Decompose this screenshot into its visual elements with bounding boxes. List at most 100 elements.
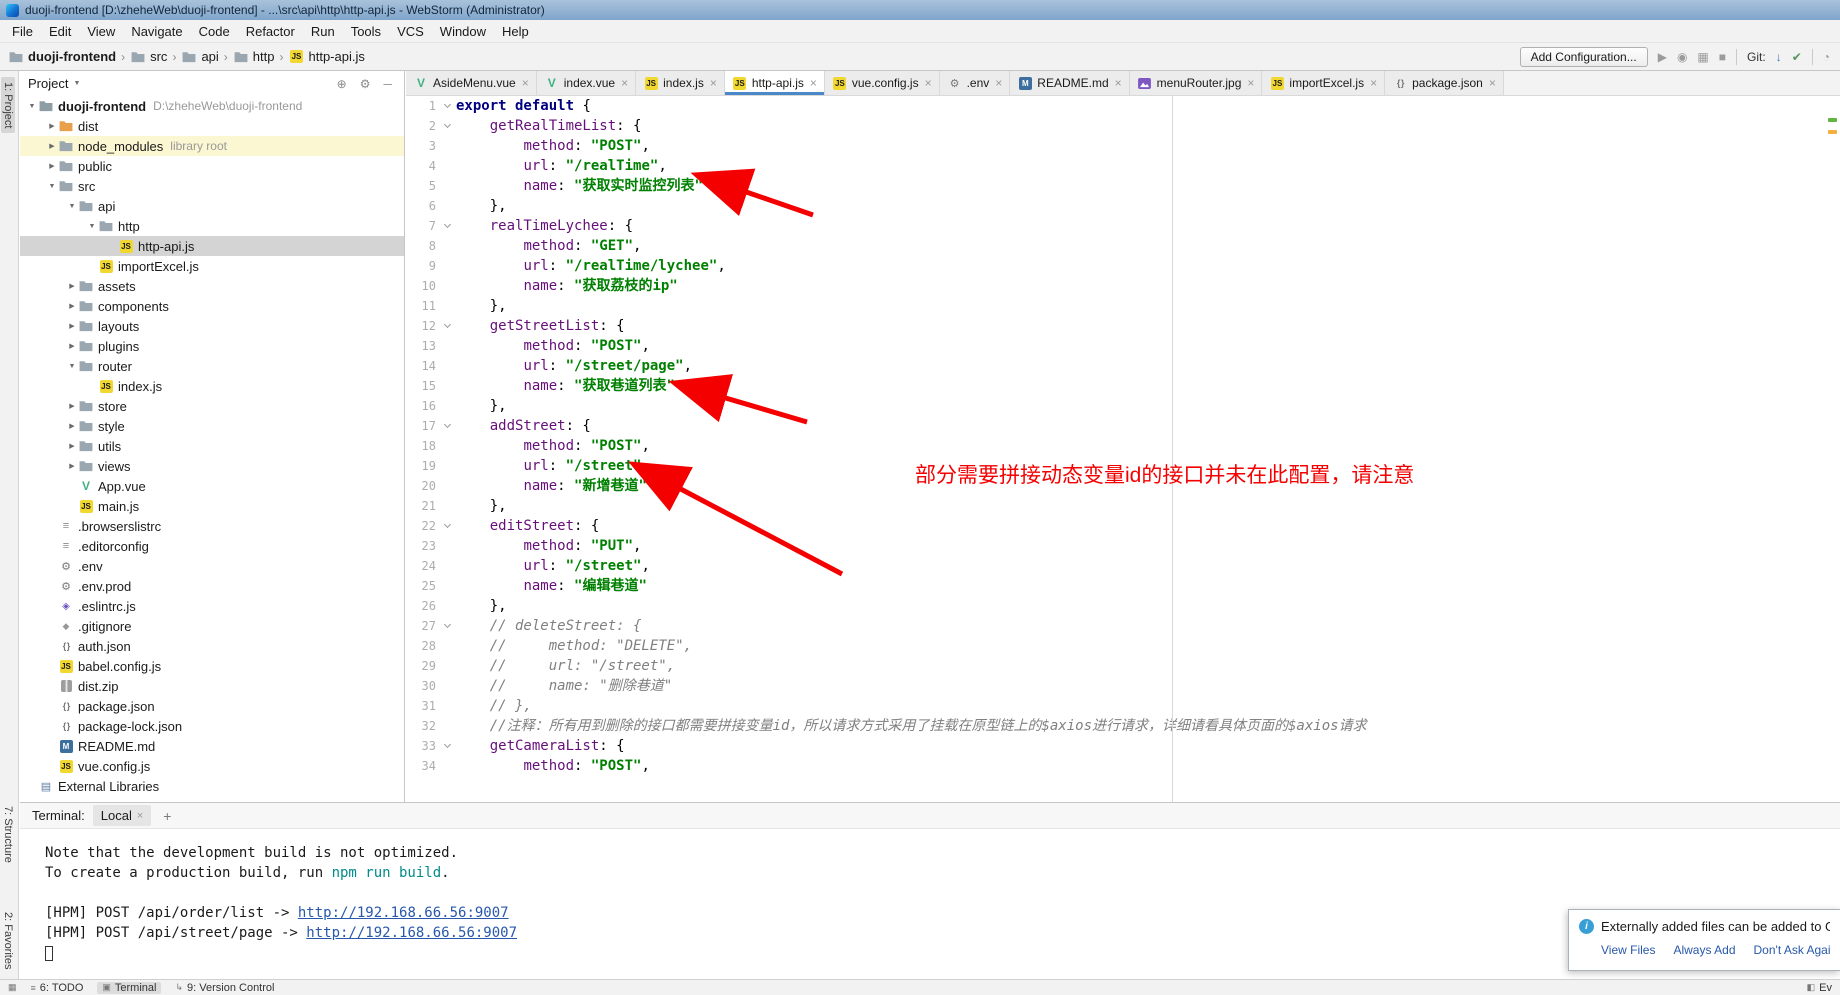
menu-vcs[interactable]: VCS [389, 22, 432, 41]
chevron-right-icon[interactable]: ▶ [46, 142, 58, 150]
chevron-down-icon[interactable]: ▼ [86, 223, 98, 230]
breadcrumb-http-api-js[interactable]: JShttp-api.js [288, 49, 364, 64]
menu-tools[interactable]: Tools [343, 22, 389, 41]
tree-item-readme-md[interactable]: MREADME.md [20, 736, 404, 756]
tab-index-js[interactable]: JSindex.js× [636, 71, 725, 95]
tree-item-vue-config-js[interactable]: JSvue.config.js [20, 756, 404, 776]
tab-importexcel-js[interactable]: JSimportExcel.js× [1262, 71, 1385, 95]
fold-icon[interactable] [444, 101, 451, 108]
close-tab-icon[interactable]: × [995, 76, 1002, 90]
fold-icon[interactable] [444, 621, 451, 628]
menu-view[interactable]: View [79, 22, 123, 41]
tree-item-src[interactable]: ▼src [20, 176, 404, 196]
event-log-label[interactable]: Ev [1819, 982, 1832, 994]
settings-gear-icon[interactable]: ⚙ [356, 77, 375, 91]
breadcrumb-src[interactable]: src [130, 49, 167, 64]
terminal-tab-local[interactable]: Local × [93, 805, 152, 826]
tree-item-router[interactable]: ▼router [20, 356, 404, 376]
stop-icon[interactable]: ■ [1719, 51, 1726, 63]
tab-menurouter-jpg[interactable]: menuRouter.jpg× [1130, 71, 1263, 95]
tree-item-main-js[interactable]: JSmain.js [20, 496, 404, 516]
tree-item-dist[interactable]: ▶dist [20, 116, 404, 136]
tree-item-auth-json[interactable]: { }auth.json [20, 636, 404, 656]
tree-item-gitignore[interactable]: ◆.gitignore [20, 616, 404, 636]
terminal-output[interactable]: Note that the development build is not o… [20, 829, 1840, 963]
statusbar-9-version-control[interactable]: ↳9: Version Control [175, 982, 274, 994]
add-configuration-button[interactable]: Add Configuration... [1520, 47, 1648, 67]
tab-readme-md[interactable]: MREADME.md× [1010, 71, 1129, 95]
menu-refactor[interactable]: Refactor [238, 22, 303, 41]
fold-icon[interactable] [444, 321, 451, 328]
menu-code[interactable]: Code [191, 22, 238, 41]
tree-item-babel-config-js[interactable]: JSbabel.config.js [20, 656, 404, 676]
tree-item-utils[interactable]: ▶utils [20, 436, 404, 456]
close-tab-icon[interactable]: × [1115, 76, 1122, 90]
history-icon[interactable]: ◔ [1823, 51, 1830, 63]
tree-item-package-lock-json[interactable]: { }package-lock.json [20, 716, 404, 736]
chevron-right-icon[interactable]: ▶ [66, 422, 78, 430]
debug-icon[interactable]: ◉ [1677, 51, 1687, 63]
close-tab-icon[interactable]: × [1370, 76, 1377, 90]
tree-item-plugins[interactable]: ▶plugins [20, 336, 404, 356]
tree-item-editorconfig[interactable]: ≡.editorconfig [20, 536, 404, 556]
chevron-down-icon[interactable]: ▼ [66, 203, 78, 210]
locate-icon[interactable]: ⊕ [333, 77, 351, 91]
tree-item-eslintrc-js[interactable]: ◈.eslintrc.js [20, 596, 404, 616]
tree-item-index-js[interactable]: JSindex.js [20, 376, 404, 396]
chevron-right-icon[interactable]: ▶ [46, 162, 58, 170]
menu-window[interactable]: Window [432, 22, 494, 41]
statusbar-terminal[interactable]: ▣Terminal [97, 982, 161, 994]
update-project-icon[interactable]: ↓ [1776, 51, 1782, 63]
don-t-ask-agai-button[interactable]: Don't Ask Agai [1754, 943, 1830, 957]
menu-run[interactable]: Run [303, 22, 343, 41]
view-files-button[interactable]: View Files [1601, 943, 1655, 957]
menu-edit[interactable]: Edit [41, 22, 79, 41]
close-tab-icon[interactable]: × [522, 76, 529, 90]
breadcrumb-api[interactable]: api [181, 49, 218, 64]
chevron-down-icon[interactable]: ▼ [66, 363, 78, 370]
tab-index-vue[interactable]: Vindex.vue× [537, 71, 636, 95]
toolwindow-switcher-icon[interactable]: ▦ [8, 982, 17, 993]
breadcrumb-http[interactable]: http [233, 49, 275, 64]
tree-item-dist-zip[interactable]: dist.zip [20, 676, 404, 696]
tree-item-env-prod[interactable]: ⚙.env.prod [20, 576, 404, 596]
tree-item-components[interactable]: ▶components [20, 296, 404, 316]
tree-item-store[interactable]: ▶store [20, 396, 404, 416]
event-log-icon[interactable]: ◧ [1807, 982, 1816, 993]
run-icon[interactable]: ▶ [1658, 51, 1667, 63]
fold-icon[interactable] [444, 221, 451, 228]
chevron-right-icon[interactable]: ▶ [66, 402, 78, 410]
terminal-link[interactable]: http://192.168.66.56:9007 [298, 905, 509, 921]
close-tab-icon[interactable]: × [621, 76, 628, 90]
commit-icon[interactable]: ✔ [1792, 51, 1802, 63]
tree-item-browserslistrc[interactable]: ≡.browserslistrc [20, 516, 404, 536]
chevron-right-icon[interactable]: ▶ [66, 342, 78, 350]
tool-stripe-favorites[interactable]: 2: Favorites [1, 907, 15, 974]
chevron-down-icon[interactable]: ▼ [26, 103, 38, 110]
chevron-right-icon[interactable]: ▶ [66, 282, 78, 290]
menu-file[interactable]: File [4, 22, 41, 41]
tree-item-layouts[interactable]: ▶layouts [20, 316, 404, 336]
menu-help[interactable]: Help [494, 22, 537, 41]
tree-item-style[interactable]: ▶style [20, 416, 404, 436]
tree-item-api[interactable]: ▼api [20, 196, 404, 216]
close-tab-icon[interactable]: × [1489, 76, 1496, 90]
tree-item-public[interactable]: ▶public [20, 156, 404, 176]
tree-item-env[interactable]: ⚙.env [20, 556, 404, 576]
tree-item-app-vue[interactable]: VApp.vue [20, 476, 404, 496]
tab-http-api-js[interactable]: JShttp-api.js× [725, 71, 825, 95]
terminal-link[interactable]: http://192.168.66.56:9007 [306, 925, 517, 941]
breadcrumb-duoji-frontend[interactable]: duoji-frontend [8, 49, 116, 64]
terminal-cursor[interactable] [45, 946, 53, 961]
tree-item-package-json[interactable]: { }package.json [20, 696, 404, 716]
fold-icon[interactable] [444, 421, 451, 428]
menu-navigate[interactable]: Navigate [123, 22, 190, 41]
tree-item-duoji-frontend[interactable]: ▼duoji-frontendD:\zheheWeb\duoji-fronten… [20, 96, 404, 116]
close-tab-icon[interactable]: × [710, 76, 717, 90]
tree-item-node-modules[interactable]: ▶node_moduleslibrary root [20, 136, 404, 156]
hide-panel-icon[interactable]: ─ [379, 77, 396, 91]
profiler-icon[interactable]: ▦ [1697, 51, 1708, 63]
tool-stripe-project[interactable]: 1: Project [1, 77, 15, 133]
chevron-right-icon[interactable]: ▶ [66, 462, 78, 470]
tree-item-importexcel-js[interactable]: JSimportExcel.js [20, 256, 404, 276]
